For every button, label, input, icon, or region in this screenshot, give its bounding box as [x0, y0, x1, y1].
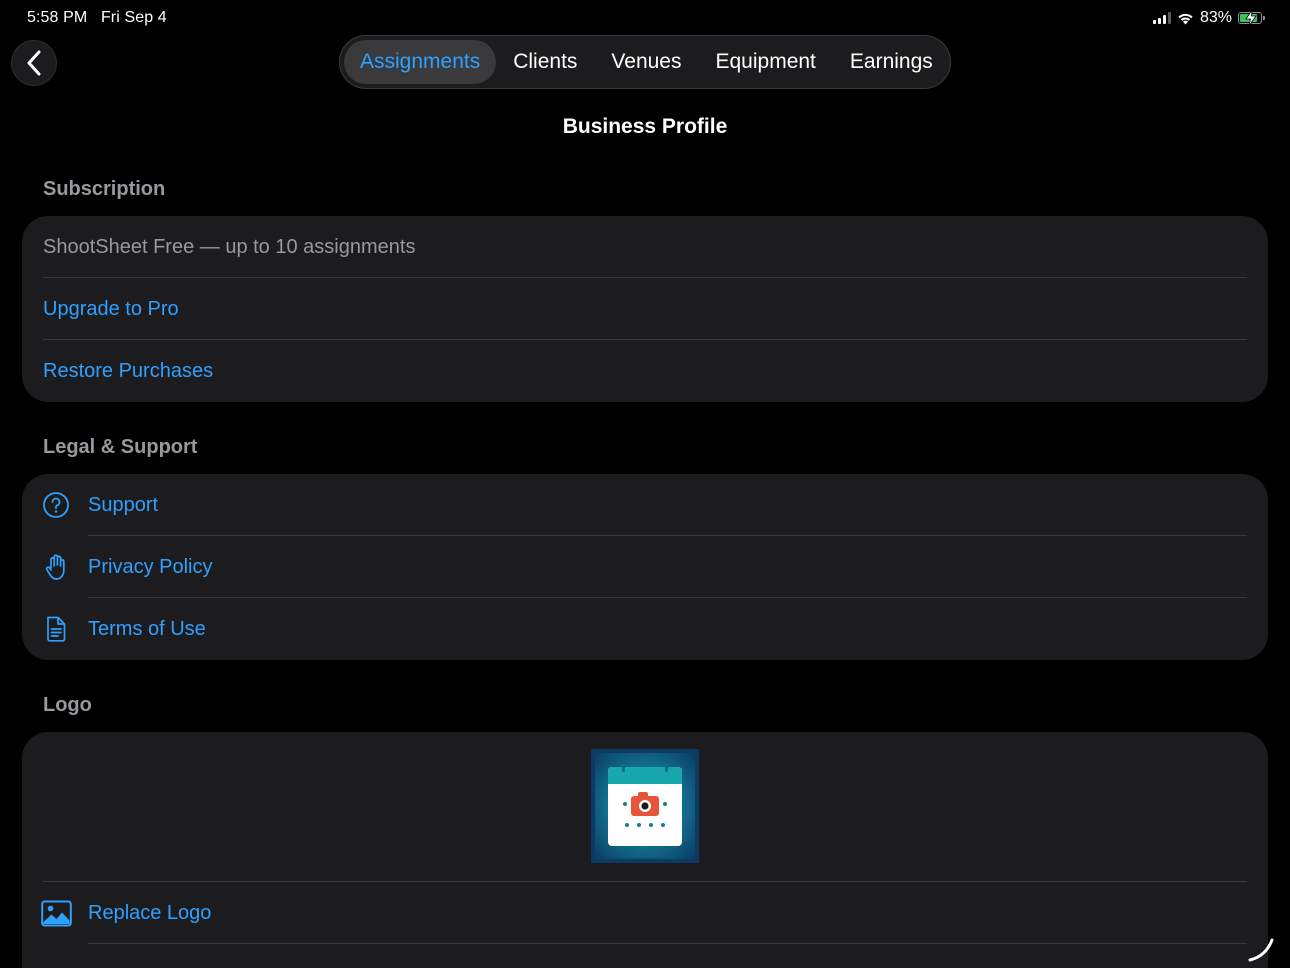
tab-clients[interactable]: Clients: [496, 40, 594, 84]
screen: 5:58 PM Fri Sep 4 83% Assignments Client…: [0, 0, 1290, 968]
privacy-policy-label: Privacy Policy: [88, 555, 213, 578]
section-tabs: Assignments Clients Venues Equipment Ear…: [339, 35, 951, 89]
status-date: Fri Sep 4: [100, 9, 167, 26]
back-button[interactable]: [11, 40, 57, 86]
logo-header: Logo: [43, 694, 92, 716]
tab-assignments[interactable]: Assignments: [344, 40, 497, 84]
cellular-signal-icon: [1152, 12, 1171, 24]
support-link[interactable]: Support: [22, 474, 1268, 536]
battery-icon: [1238, 10, 1265, 26]
hand-raised-icon: [45, 554, 65, 580]
divider: [88, 943, 1247, 944]
chevron-left-icon: [27, 50, 41, 76]
legal-support-header: Legal & Support: [43, 436, 198, 458]
logo-card: Replace Logo: [22, 732, 1268, 968]
replace-logo-label: Replace Logo: [88, 901, 212, 924]
tab-equipment[interactable]: Equipment: [699, 40, 833, 84]
photo-icon: [41, 900, 72, 927]
subscription-plan-text: ShootSheet Free — up to 10 assignments: [43, 235, 416, 258]
business-logo-image[interactable]: [590, 748, 700, 864]
privacy-policy-link[interactable]: Privacy Policy: [22, 536, 1268, 598]
wifi-icon: [1178, 13, 1193, 24]
upgrade-to-pro-button[interactable]: Upgrade to Pro: [22, 278, 1268, 340]
terms-of-use-label: Terms of Use: [88, 617, 206, 640]
tab-earnings[interactable]: Earnings: [833, 40, 950, 84]
restore-purchases-button[interactable]: Restore Purchases: [22, 340, 1268, 402]
legal-support-card: Support Privacy Policy Terms of Use: [22, 474, 1268, 660]
question-circle-icon: [43, 492, 69, 518]
terms-of-use-link[interactable]: Terms of Use: [22, 598, 1268, 660]
status-time: 5:58 PM Fri Sep 4: [27, 9, 167, 27]
charging-bolt-icon: [1245, 10, 1257, 26]
calendar-camera-logo: [591, 749, 699, 863]
status-indicators: 83%: [1152, 9, 1265, 27]
upgrade-to-pro-label: Upgrade to Pro: [43, 297, 179, 320]
tab-venues[interactable]: Venues: [594, 40, 698, 84]
restore-purchases-label: Restore Purchases: [43, 359, 214, 382]
replace-logo-button[interactable]: Replace Logo: [22, 882, 1268, 944]
subscription-plan-row: ShootSheet Free — up to 10 assignments: [22, 216, 1268, 278]
subscription-header: Subscription: [43, 178, 166, 200]
battery-percent: 83%: [1199, 9, 1232, 26]
page-title: Business Profile: [562, 115, 728, 138]
scroll-indicator: [1248, 938, 1274, 962]
subscription-card: ShootSheet Free — up to 10 assignments U…: [22, 216, 1268, 402]
support-label: Support: [88, 493, 159, 516]
document-icon: [47, 616, 66, 642]
status-clock: 5:58 PM: [27, 9, 88, 26]
